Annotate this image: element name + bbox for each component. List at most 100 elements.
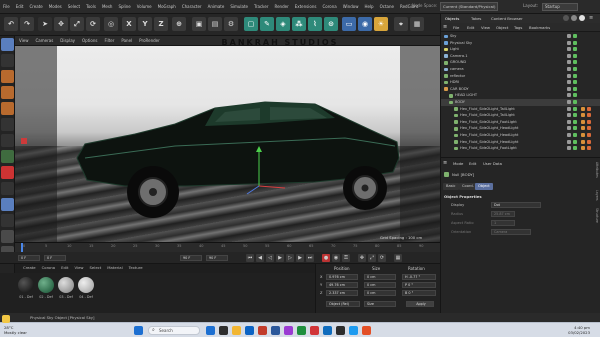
- material-menu-material[interactable]: Material: [107, 265, 122, 273]
- material-tag-icon[interactable]: [587, 113, 591, 118]
- viewport-menu-view[interactable]: View: [19, 38, 29, 43]
- playhead[interactable]: [21, 243, 23, 252]
- scale-icon[interactable]: ⤢: [70, 17, 84, 31]
- visibility-icon[interactable]: [567, 100, 571, 104]
- start-frame-field[interactable]: 0 F: [18, 255, 40, 261]
- make-editable-icon[interactable]: [1, 38, 14, 51]
- visibility-icon[interactable]: [567, 34, 571, 38]
- visibility-icon[interactable]: [567, 106, 571, 111]
- record-key-icon[interactable]: ●: [322, 254, 330, 262]
- material-tag-icon[interactable]: [581, 139, 585, 144]
- move-icon[interactable]: ✥: [54, 17, 68, 31]
- menu-file[interactable]: File: [3, 4, 10, 9]
- enable-check-icon[interactable]: [573, 119, 577, 124]
- menu-mesh[interactable]: Mesh: [102, 4, 113, 9]
- preview-end-field[interactable]: 90 F: [206, 255, 228, 261]
- menu-spline[interactable]: Spline: [118, 4, 130, 9]
- current-frame-field[interactable]: 0 F: [44, 255, 66, 261]
- apply-button[interactable]: Apply: [406, 301, 434, 307]
- menu-simulate[interactable]: Simulate: [230, 4, 248, 9]
- radius-field[interactable]: 25.87 cm: [491, 211, 515, 217]
- position-key-icon[interactable]: ✥: [358, 254, 366, 262]
- tab-content-browser[interactable]: Content Browser: [491, 16, 523, 21]
- material-swatch[interactable]: [58, 277, 74, 293]
- menu-tracker[interactable]: Tracker: [254, 4, 268, 9]
- enable-check-icon[interactable]: [573, 139, 577, 144]
- menu-tools[interactable]: Tools: [86, 4, 96, 9]
- menu-modes[interactable]: Modes: [49, 4, 62, 9]
- menu-toggle-icon[interactable]: ≡: [443, 24, 447, 30]
- om-menu-object[interactable]: Object: [496, 25, 508, 30]
- previous-frame-icon[interactable]: ◁: [266, 254, 274, 262]
- visibility-icon[interactable]: [567, 67, 571, 71]
- visibility-icon[interactable]: [567, 93, 571, 98]
- field-icon[interactable]: ⊙: [324, 17, 338, 31]
- side-tab-attributes[interactable]: Attributes: [595, 162, 599, 178]
- material-menu-view[interactable]: View: [75, 265, 84, 273]
- end-frame-field[interactable]: 90 F: [180, 255, 202, 261]
- go-to-end-icon[interactable]: ⏭: [306, 254, 314, 262]
- enable-check-icon[interactable]: [573, 100, 577, 104]
- timeline-settings-icon[interactable]: ▦: [394, 254, 402, 262]
- visibility-icon[interactable]: [567, 86, 571, 91]
- model-mode-icon[interactable]: [1, 54, 14, 67]
- menu-octane[interactable]: Octane: [380, 4, 394, 9]
- om-menu-edit[interactable]: Edit: [467, 25, 474, 30]
- display-select[interactable]: Dot: [491, 202, 541, 208]
- previous-key-icon[interactable]: ◀: [256, 254, 264, 262]
- node-space-select[interactable]: Current (Standard/Physical): [440, 2, 498, 11]
- enable-check-icon[interactable]: [573, 60, 577, 65]
- enable-check-icon[interactable]: [573, 133, 577, 137]
- visibility-icon[interactable]: [567, 113, 571, 118]
- enable-check-icon[interactable]: [573, 47, 577, 52]
- tab-object[interactable]: Object: [475, 183, 493, 190]
- visibility-icon[interactable]: [567, 60, 571, 65]
- visibility-icon[interactable]: [567, 53, 571, 58]
- enable-check-icon[interactable]: [573, 113, 577, 118]
- object-row[interactable]: HDRI: [441, 79, 600, 86]
- rotation-b-field[interactable]: B 0 °: [402, 290, 436, 296]
- workplane-icon[interactable]: ▦: [410, 17, 424, 31]
- object-row[interactable]: BODY: [441, 99, 600, 106]
- material-swatch[interactable]: [78, 277, 94, 293]
- material-swatch[interactable]: [18, 277, 34, 293]
- menu-create[interactable]: Create: [29, 4, 42, 9]
- select-arrow-icon[interactable]: ➤: [38, 17, 52, 31]
- visibility-icon[interactable]: [567, 80, 571, 85]
- object-row[interactable]: Hex_Fluid_Side2Light_TailLight: [441, 112, 600, 119]
- object-row[interactable]: GROUND: [441, 59, 600, 66]
- taskbar-app-icon[interactable]: [219, 326, 228, 335]
- panel-menu-icon[interactable]: ≡: [589, 15, 593, 21]
- size-x-field[interactable]: 0 cm: [364, 274, 396, 280]
- taskbar-app-icon[interactable]: [232, 326, 241, 335]
- object-row[interactable]: Hex_Fluid_Side2Light_FootLight: [441, 119, 600, 126]
- menu-extensions[interactable]: Extensions: [295, 4, 317, 9]
- scale-key-icon[interactable]: ⤢: [368, 254, 376, 262]
- position-x-field[interactable]: 0.976 cm: [326, 274, 358, 280]
- material-tag-icon[interactable]: [581, 133, 585, 137]
- viewport-menu-prorender[interactable]: ProRender: [139, 38, 160, 43]
- tab-objects[interactable]: Objects: [445, 16, 459, 21]
- material-tag-icon[interactable]: [581, 106, 585, 111]
- lock-icon[interactable]: [1, 230, 14, 243]
- am-menu-edit[interactable]: Edit: [469, 161, 476, 166]
- next-key-icon[interactable]: ▶: [296, 254, 304, 262]
- menu-animate[interactable]: Animate: [208, 4, 225, 9]
- axis-x-button[interactable]: X: [122, 17, 136, 31]
- object-row[interactable]: camera: [441, 66, 600, 73]
- viewport-menu-panel[interactable]: Panel: [121, 38, 132, 43]
- object-row[interactable]: reflector: [441, 73, 600, 80]
- viewport-menu-filter[interactable]: Filter: [104, 38, 114, 43]
- object-row[interactable]: Hex_Fluid_Side2Light_HeadLight: [441, 132, 600, 139]
- edges-mode-icon[interactable]: [1, 86, 14, 99]
- rotation-p-field[interactable]: P 0 °: [402, 282, 436, 288]
- material-tag-icon[interactable]: [581, 113, 585, 118]
- dot-icon[interactable]: [571, 15, 577, 21]
- orientation-select[interactable]: Camera: [491, 229, 531, 235]
- enable-check-icon[interactable]: [573, 40, 577, 45]
- cube-icon[interactable]: ▢: [244, 17, 258, 31]
- material-tag-icon[interactable]: [587, 146, 591, 151]
- position-z-field[interactable]: 2.337 cm: [326, 290, 358, 296]
- menu-render[interactable]: Render: [274, 4, 288, 9]
- workplane-mode-icon[interactable]: [1, 198, 14, 211]
